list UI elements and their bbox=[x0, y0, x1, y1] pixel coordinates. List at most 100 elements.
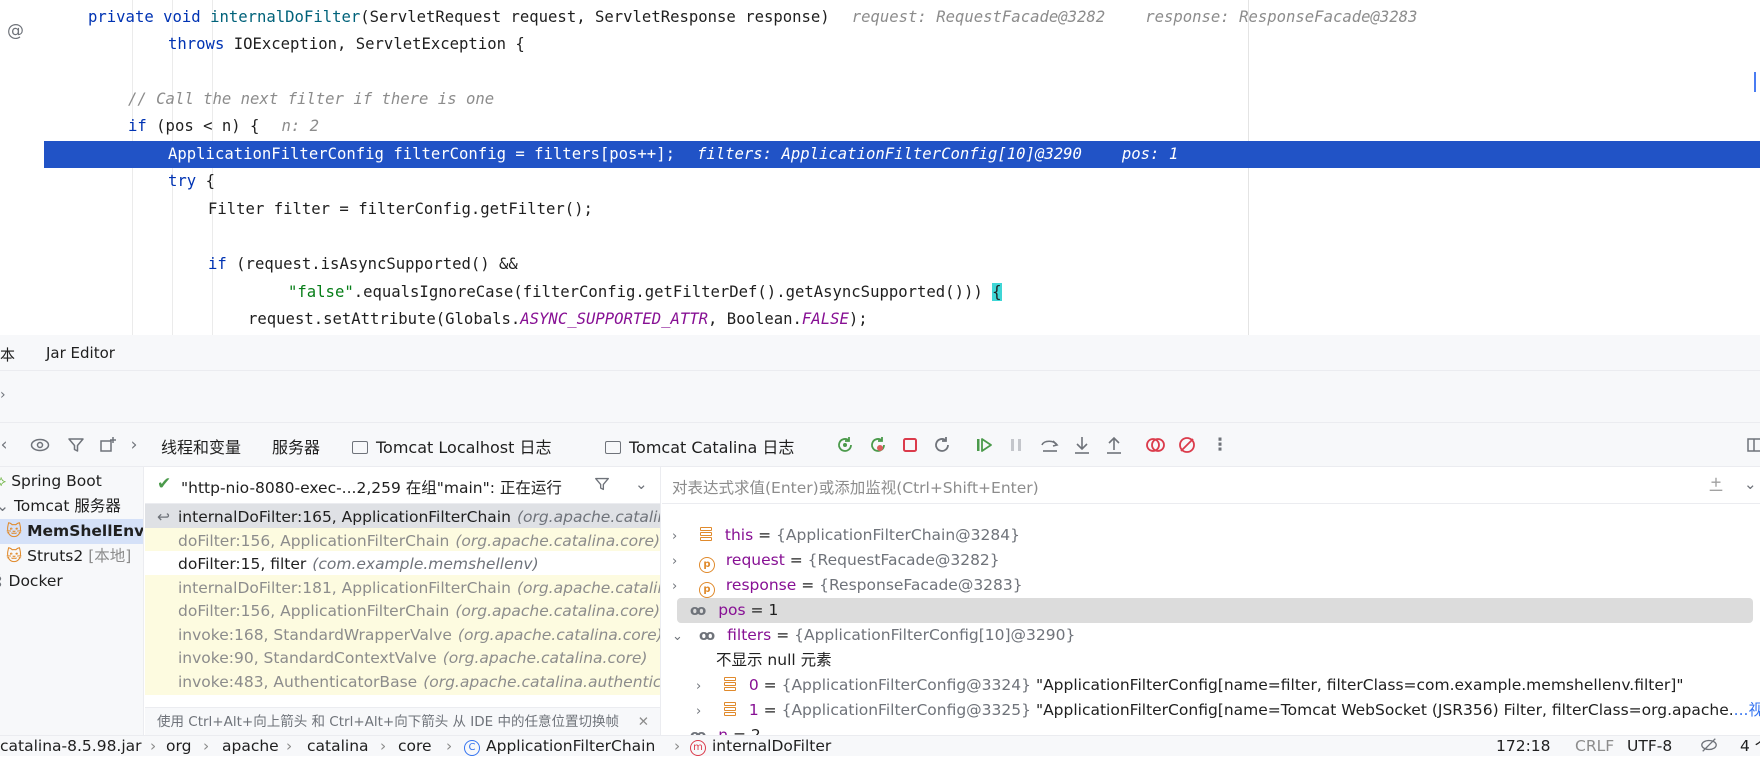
chevron-left-icon[interactable]: ‹ bbox=[0, 435, 14, 455]
variable-request[interactable]: › p request = {RequestFacade@3282} bbox=[662, 548, 1760, 573]
variable-pos[interactable]: oo pos = 1 bbox=[677, 598, 1753, 623]
service-struts2[interactable]: 🐱 Struts2 [本地] bbox=[0, 544, 143, 569]
filters-element-1[interactable]: › 1 = {ApplicationFilterConfig@3325} "Ap… bbox=[662, 698, 1760, 723]
add-service-icon[interactable] bbox=[98, 435, 118, 455]
stack-frame[interactable]: invoke:90, StandardContextValve (org.apac… bbox=[145, 645, 660, 671]
resume-icon[interactable] bbox=[974, 435, 994, 455]
current-execution-line[interactable]: ApplicationFilterConfig filterConfig = f… bbox=[44, 141, 1760, 168]
service-docker[interactable]: ⌇ Docker bbox=[0, 569, 143, 594]
step-out-icon[interactable] bbox=[1104, 435, 1124, 455]
indent-setting[interactable]: 4 个 bbox=[1740, 736, 1760, 757]
breadcrumb-org[interactable]: org bbox=[166, 736, 191, 757]
service-tomcat[interactable]: ⌄ Tomcat 服务器 bbox=[0, 494, 143, 519]
variable-n[interactable]: oo n = 2 bbox=[662, 723, 1760, 735]
code-token: FALSE bbox=[801, 310, 849, 328]
stack-frame[interactable]: internalDoFilter:181, ApplicationFilterC… bbox=[145, 574, 660, 601]
parameter-icon: p bbox=[698, 557, 715, 573]
line-separator[interactable]: CRLF bbox=[1575, 736, 1614, 757]
evaluate-placeholder: 对表达式求值(Enter)或添加监视(Ctrl+Shift+Enter) bbox=[672, 479, 1039, 497]
code-line[interactable]: try { bbox=[44, 168, 1760, 195]
tool-tab-fragment[interactable]: 本 bbox=[0, 344, 15, 365]
code-line[interactable]: "false".equalsIgnoreCase(filterConfig.ge… bbox=[44, 279, 1760, 306]
tab-localhost-log[interactable]: Tomcat Localhost 日志 bbox=[352, 434, 552, 458]
chevron-down-icon[interactable]: ⌄ bbox=[1744, 475, 1757, 493]
tab-server[interactable]: 服务器 bbox=[272, 434, 320, 458]
step-into-icon[interactable] bbox=[1072, 435, 1092, 455]
filter-icon[interactable] bbox=[66, 435, 86, 455]
close-icon[interactable]: ✕ bbox=[638, 708, 649, 735]
evaluate-expression-field[interactable]: 对表达式求值(Enter)或添加监视(Ctrl+Shift+Enter) ⌄ bbox=[662, 467, 1760, 504]
stack-frame[interactable]: doFilter:156, ApplicationFilterChain (org… bbox=[145, 527, 660, 554]
tool-tab-jar-editor[interactable]: Jar Editor bbox=[46, 344, 115, 362]
breadcrumb-separator: › bbox=[286, 737, 293, 755]
frame-method: invoke:168, StandardWrapperValve bbox=[178, 625, 452, 644]
chevron-down-icon[interactable]: ⌄ bbox=[672, 624, 686, 649]
code-token: request.setAttribute(Globals. bbox=[248, 310, 521, 328]
code-line[interactable]: if (pos < n) {n: 2 bbox=[44, 113, 1760, 140]
file-encoding[interactable]: UTF-8 bbox=[1627, 736, 1672, 757]
view-breakpoints-icon[interactable] bbox=[1145, 435, 1165, 455]
inline-debug-value: pos: 1 bbox=[1121, 145, 1179, 163]
code-line[interactable]: request.setAttribute(Globals.ASYNC_SUPPO… bbox=[44, 306, 1760, 333]
inline-debug-value: response: ResponseFacade@3283 bbox=[1145, 8, 1418, 26]
stack-frame[interactable]: doFilter:156, ApplicationFilterChain (org… bbox=[145, 598, 661, 624]
mute-breakpoints-icon[interactable] bbox=[1177, 435, 1197, 455]
variable-filters[interactable]: ⌄ oo filters = {ApplicationFilterConfig[… bbox=[662, 623, 1760, 648]
breadcrumb-jar[interactable]: catalina-8.5.98.jar bbox=[0, 736, 142, 757]
breadcrumb-apache[interactable]: apache bbox=[222, 736, 279, 757]
chevron-right-icon[interactable]: › bbox=[696, 674, 710, 699]
inline-debug-value: n: 2 bbox=[281, 117, 320, 135]
breadcrumb-method[interactable]: m internalDoFilter bbox=[690, 736, 831, 757]
thread-selector[interactable]: ✔ "http-nio-8080-exec-...2,259 在组"main":… bbox=[145, 467, 660, 504]
chevron-right-icon[interactable]: › bbox=[672, 524, 686, 549]
filter-icon[interactable] bbox=[593, 475, 611, 497]
variable-this[interactable]: › this = {ApplicationFilterChain@3284} bbox=[662, 523, 1760, 548]
code-token: ); bbox=[848, 310, 868, 328]
stack-frame[interactable]: invoke:483, AuthenticatorBase (org.apache… bbox=[145, 668, 660, 695]
caret-position[interactable]: 172:18 bbox=[1496, 736, 1551, 757]
view-link[interactable]: ...视图 bbox=[1734, 701, 1760, 719]
more-options-icon[interactable]: ⋮ bbox=[1210, 435, 1230, 455]
step-over-icon[interactable] bbox=[1040, 435, 1060, 455]
readonly-icon[interactable] bbox=[1700, 736, 1718, 757]
chevron-right-icon[interactable]: › bbox=[672, 574, 686, 599]
code-line[interactable]: // Call the next filter if there is one bbox=[44, 86, 1760, 113]
service-spring-boot[interactable]: ⟡ Spring Boot bbox=[0, 469, 143, 494]
add-watch-icon[interactable] bbox=[1707, 475, 1725, 497]
inline-debug-value: filters: ApplicationFilterConfig[10]@329… bbox=[696, 145, 1082, 163]
breadcrumb-core[interactable]: core bbox=[398, 736, 432, 757]
rerun-icon[interactable] bbox=[835, 435, 855, 455]
field-icon bbox=[699, 527, 713, 543]
code-line[interactable]: throws IOException, ServletException { bbox=[44, 31, 1760, 58]
code-line[interactable]: Filter filter = filterConfig.getFilter()… bbox=[44, 196, 1760, 223]
code-line[interactable]: private void internalDoFilter(ServletReq… bbox=[44, 4, 1760, 31]
code-editor[interactable]: @ private void internalDoFilter(ServletR… bbox=[0, 0, 1760, 335]
breadcrumb-class[interactable]: C ApplicationFilterChain bbox=[464, 736, 655, 757]
eye-icon[interactable] bbox=[30, 435, 50, 455]
code-token: (request.isAsyncSupported() && bbox=[236, 255, 518, 273]
stop-icon[interactable] bbox=[900, 435, 920, 455]
breadcrumb-catalina[interactable]: catalina bbox=[307, 736, 369, 757]
filters-element-0[interactable]: › 0 = {ApplicationFilterConfig@3324} "Ap… bbox=[662, 673, 1760, 698]
pause-icon[interactable] bbox=[1006, 435, 1026, 455]
layout-icon[interactable] bbox=[1746, 435, 1760, 455]
frame-package: (org.apache.catalina.core) bbox=[455, 602, 661, 620]
chevron-right-icon[interactable]: › bbox=[124, 435, 144, 455]
code-line[interactable]: if (request.isAsyncSupported() && bbox=[44, 251, 1760, 278]
frame-method: invoke:90, StandardContextValve bbox=[178, 649, 437, 667]
restart-icon[interactable] bbox=[932, 435, 952, 455]
stack-frame[interactable]: invoke:168, StandardWrapperValve (org.apa… bbox=[145, 621, 660, 648]
stack-frame[interactable]: ↩ internalDoFilter:165, ApplicationFilter… bbox=[145, 504, 660, 530]
service-memshellenv[interactable]: 🐱 MemShellEnv bbox=[0, 519, 143, 544]
chevron-right-icon[interactable]: › bbox=[672, 549, 686, 574]
tab-threads-variables[interactable]: 线程和变量 bbox=[158, 434, 244, 470]
tab-catalina-log[interactable]: Tomcat Catalina 日志 bbox=[605, 434, 794, 458]
inline-debug-value: request: RequestFacade@3282 bbox=[851, 8, 1106, 26]
stack-frame[interactable]: doFilter:15, filter (com.example.memshell… bbox=[145, 551, 660, 577]
chevron-right-icon[interactable]: › bbox=[696, 699, 710, 724]
chevron-down-icon[interactable]: ⌄ bbox=[635, 475, 648, 493]
status-bar: catalina-8.5.98.jar › org › apache › cat… bbox=[0, 735, 1760, 756]
rerun-debug-icon[interactable] bbox=[868, 435, 888, 455]
variable-response[interactable]: › p response = {ResponseFacade@3283} bbox=[662, 573, 1760, 598]
collapse-icon[interactable]: › bbox=[0, 387, 6, 403]
